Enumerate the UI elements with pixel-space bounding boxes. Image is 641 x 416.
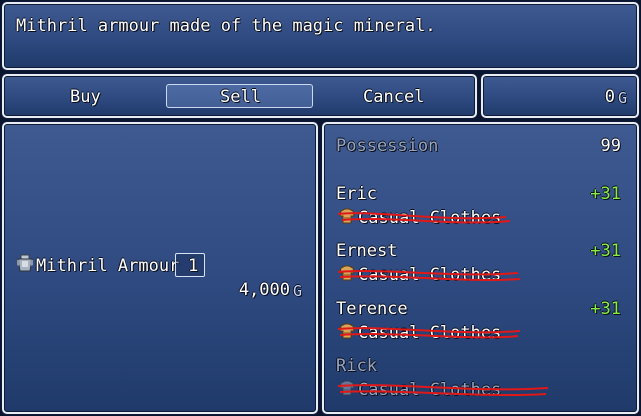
member-equip: Casual Clothes [358, 380, 502, 400]
gold-unit: G [617, 89, 627, 107]
member-name: Rick [336, 356, 377, 376]
buy-command[interactable]: Buy [70, 87, 101, 107]
gold-window: 0 G [481, 74, 639, 118]
possession-label: Possession [336, 136, 439, 156]
member-delta: +31 [590, 241, 621, 261]
number-window: Mithril Armour 1 4,000 G [2, 122, 318, 414]
help-window: Mithril armour made of the magic mineral… [2, 2, 639, 70]
member-name: Ernest [336, 241, 398, 261]
clothes-icon [339, 323, 355, 339]
member-delta: +31 [590, 299, 621, 319]
command-window: Buy Sell Cancel [2, 74, 477, 118]
member-delta: +31 [590, 184, 621, 204]
quantity-value: 1 [188, 256, 199, 276]
possession-value: 99 [600, 136, 621, 156]
price-unit: G [292, 282, 302, 300]
armor-icon [17, 254, 33, 272]
cancel-command[interactable]: Cancel [363, 87, 424, 107]
item-name: Mithril Armour [36, 256, 180, 276]
member-equip: Casual Clothes [358, 265, 502, 285]
clothes-icon [339, 265, 355, 281]
gold-value: 0 [604, 87, 615, 107]
sell-command[interactable]: Sell [220, 87, 261, 107]
total-price: 4,000 [238, 280, 290, 300]
help-text: Mithril armour made of the magic mineral… [16, 16, 436, 36]
clothes-icon [339, 380, 355, 396]
member-name: Terence [336, 299, 408, 319]
member-equip: Casual Clothes [358, 208, 502, 228]
member-equip: Casual Clothes [358, 323, 502, 343]
status-window: Possession 99 Eric +31 Casual Clothes Er… [322, 122, 639, 414]
member-name: Eric [336, 184, 377, 204]
clothes-icon [339, 208, 355, 224]
